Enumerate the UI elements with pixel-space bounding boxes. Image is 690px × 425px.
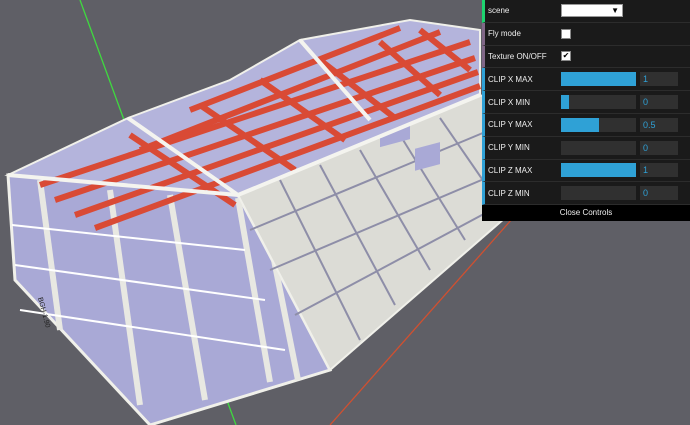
- clip-slider-row: CLIP X MAX 1: [482, 68, 690, 92]
- clip-slider-row: CLIP X MIN 0: [482, 91, 690, 114]
- clip-slider-label: CLIP Z MAX: [488, 165, 533, 175]
- clip-slider-track[interactable]: [561, 163, 636, 178]
- clip-slider-row: CLIP Z MIN 0: [482, 182, 690, 206]
- close-controls-button[interactable]: Close Controls: [482, 205, 690, 222]
- clip-slider-track[interactable]: [561, 186, 636, 201]
- fly-mode-checkbox[interactable]: [561, 28, 571, 39]
- controls-panel: scene ▼ Fly mode Texture ON/OFF ✔ CLIP X…: [482, 0, 690, 222]
- clip-slider-fill: [561, 117, 599, 132]
- clip-value-input[interactable]: 0: [640, 186, 678, 201]
- clip-slider-track[interactable]: [561, 117, 636, 132]
- dropdown-arrow-icon: ▼: [611, 6, 619, 16]
- fly-mode-row: Fly mode: [482, 22, 690, 46]
- clip-slider-label: CLIP X MIN: [488, 97, 531, 107]
- clip-slider-fill: [561, 95, 569, 110]
- texture-row: Texture ON/OFF ✔: [482, 45, 690, 69]
- clip-slider-fill: [561, 163, 636, 178]
- clip-slider-row: CLIP Y MIN 0: [482, 136, 690, 160]
- clip-slider-label: CLIP Y MIN: [488, 143, 530, 153]
- fly-mode-label: Fly mode: [488, 29, 521, 39]
- clip-slider-list: CLIP X MAX 1 CLIP X MIN 0 CLIP Y MAX 0.5 CLIP …: [482, 68, 690, 206]
- clip-slider-row: CLIP Y MAX 0.5: [482, 113, 690, 137]
- clip-slider-track[interactable]: [561, 95, 636, 110]
- scene-row: scene ▼: [482, 0, 690, 23]
- texture-label: Texture ON/OFF: [488, 51, 547, 61]
- clip-slider-fill: [561, 72, 636, 87]
- clip-slider-label: CLIP X MAX: [488, 74, 533, 84]
- scene-label: scene: [488, 6, 510, 16]
- clip-slider-label: CLIP Z MIN: [488, 188, 530, 198]
- clip-value-input[interactable]: 0: [640, 140, 678, 155]
- scene-select[interactable]: ▼: [561, 4, 623, 18]
- clip-slider-track[interactable]: [561, 140, 636, 155]
- texture-checkbox[interactable]: ✔: [561, 51, 571, 62]
- clip-value-input[interactable]: 0.5: [640, 117, 678, 132]
- clip-value-input[interactable]: 1: [640, 72, 678, 87]
- clip-slider-row: CLIP Z MAX 1: [482, 159, 690, 183]
- clip-value-input[interactable]: 0: [640, 95, 678, 110]
- clip-slider-track[interactable]: [561, 72, 636, 87]
- clip-value-input[interactable]: 1: [640, 163, 678, 178]
- clip-slider-label: CLIP Y MAX: [488, 120, 533, 130]
